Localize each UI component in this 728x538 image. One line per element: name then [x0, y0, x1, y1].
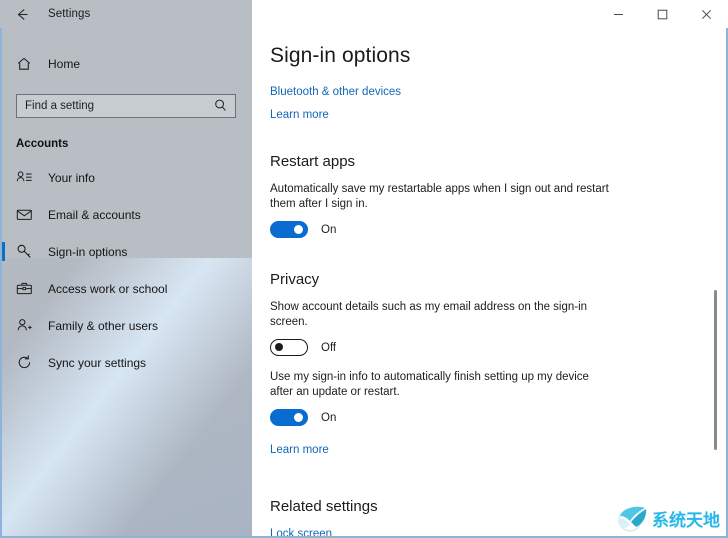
sidebar-nav-list: Your info Email & accounts Sign-in optio… — [2, 159, 252, 381]
back-button[interactable] — [0, 0, 44, 28]
restart-apps-toggle[interactable] — [270, 221, 308, 238]
link-bluetooth-other-devices[interactable]: Bluetooth & other devices — [270, 86, 726, 98]
search-input[interactable]: Find a setting — [16, 94, 236, 118]
back-arrow-icon — [17, 8, 28, 20]
person-info-icon — [16, 169, 38, 186]
show-account-details-toggle[interactable] — [270, 339, 308, 356]
privacy-setting-1-toggle-row[interactable]: Off — [270, 339, 726, 356]
privacy-setting-2-description: Use my sign-in info to automatically fin… — [270, 371, 589, 398]
person-add-icon — [16, 317, 38, 334]
sidebar-item-label: Email & accounts — [48, 207, 141, 222]
content-scrollbar[interactable] — [711, 28, 720, 536]
mail-icon — [16, 206, 38, 223]
briefcase-icon — [16, 280, 38, 297]
privacy-setting-2-toggle-row[interactable]: On — [270, 409, 726, 426]
window-controls — [252, 0, 728, 28]
show-account-details-toggle-label: Off — [321, 341, 337, 354]
sidebar-item-sync-your-settings[interactable]: Sync your settings — [2, 344, 252, 381]
section-heading-related-settings: Related settings — [270, 498, 378, 515]
minimize-icon — [613, 13, 623, 15]
scrollbar-thumb[interactable] — [714, 290, 717, 450]
content-panel: Sign-in options Bluetooth & other device… — [252, 28, 728, 538]
toggle-knob — [294, 225, 303, 234]
restart-apps-toggle-row[interactable]: On — [270, 221, 726, 238]
sidebar-item-home[interactable]: Home — [2, 47, 252, 81]
home-icon — [16, 56, 38, 72]
sidebar-item-email-accounts[interactable]: Email & accounts — [2, 196, 252, 233]
sidebar-item-label: Family & other users — [48, 318, 159, 333]
link-lock-screen[interactable]: Lock screen — [270, 528, 726, 536]
sidebar-item-home-label: Home — [48, 57, 81, 71]
settings-window: Settings Home Find a setting Accounts Yo… — [0, 0, 728, 538]
selection-indicator — [2, 242, 5, 261]
search-placeholder: Find a setting — [25, 100, 95, 112]
title-bar-left: Settings — [0, 0, 252, 28]
key-icon — [16, 243, 38, 260]
sidebar-item-family-other-users[interactable]: Family & other users — [2, 307, 252, 344]
toggle-knob — [275, 343, 283, 351]
sidebar-item-label: Sign-in options — [48, 244, 128, 259]
maximize-icon — [657, 9, 667, 19]
section-heading-restart-apps: Restart apps — [270, 153, 356, 170]
use-sign-in-info-toggle[interactable] — [270, 409, 308, 426]
sidebar-item-label: Your info — [48, 170, 95, 185]
use-sign-in-info-toggle-label: On — [321, 411, 337, 424]
link-learn-more-privacy[interactable]: Learn more — [270, 444, 726, 456]
window-title: Settings — [48, 8, 91, 20]
toggle-knob — [294, 413, 303, 422]
page-title: Sign-in options — [270, 44, 411, 67]
sidebar-item-your-info[interactable]: Your info — [2, 159, 252, 196]
section-heading-privacy: Privacy — [270, 271, 320, 288]
restart-apps-description: Automatically save my restartable apps w… — [270, 183, 609, 210]
sidebar-item-access-work-school[interactable]: Access work or school — [2, 270, 252, 307]
sidebar-group-header: Accounts — [16, 138, 69, 150]
link-learn-more-top[interactable]: Learn more — [270, 109, 726, 121]
sidebar-item-label: Access work or school — [48, 281, 168, 296]
sidebar-item-sign-in-options[interactable]: Sign-in options — [2, 233, 252, 270]
sync-icon — [16, 354, 38, 371]
restart-apps-toggle-label: On — [321, 223, 337, 236]
privacy-setting-1-description: Show account details such as my email ad… — [270, 301, 588, 328]
search-icon — [213, 98, 228, 118]
minimize-button[interactable] — [596, 0, 640, 28]
maximize-button[interactable] — [640, 0, 684, 28]
sidebar-item-label: Sync your settings — [48, 355, 147, 370]
close-icon — [701, 9, 711, 19]
title-bar: Settings — [0, 0, 728, 28]
sidebar: Home Find a setting Accounts Your info E… — [0, 28, 252, 538]
close-button[interactable] — [684, 0, 728, 28]
